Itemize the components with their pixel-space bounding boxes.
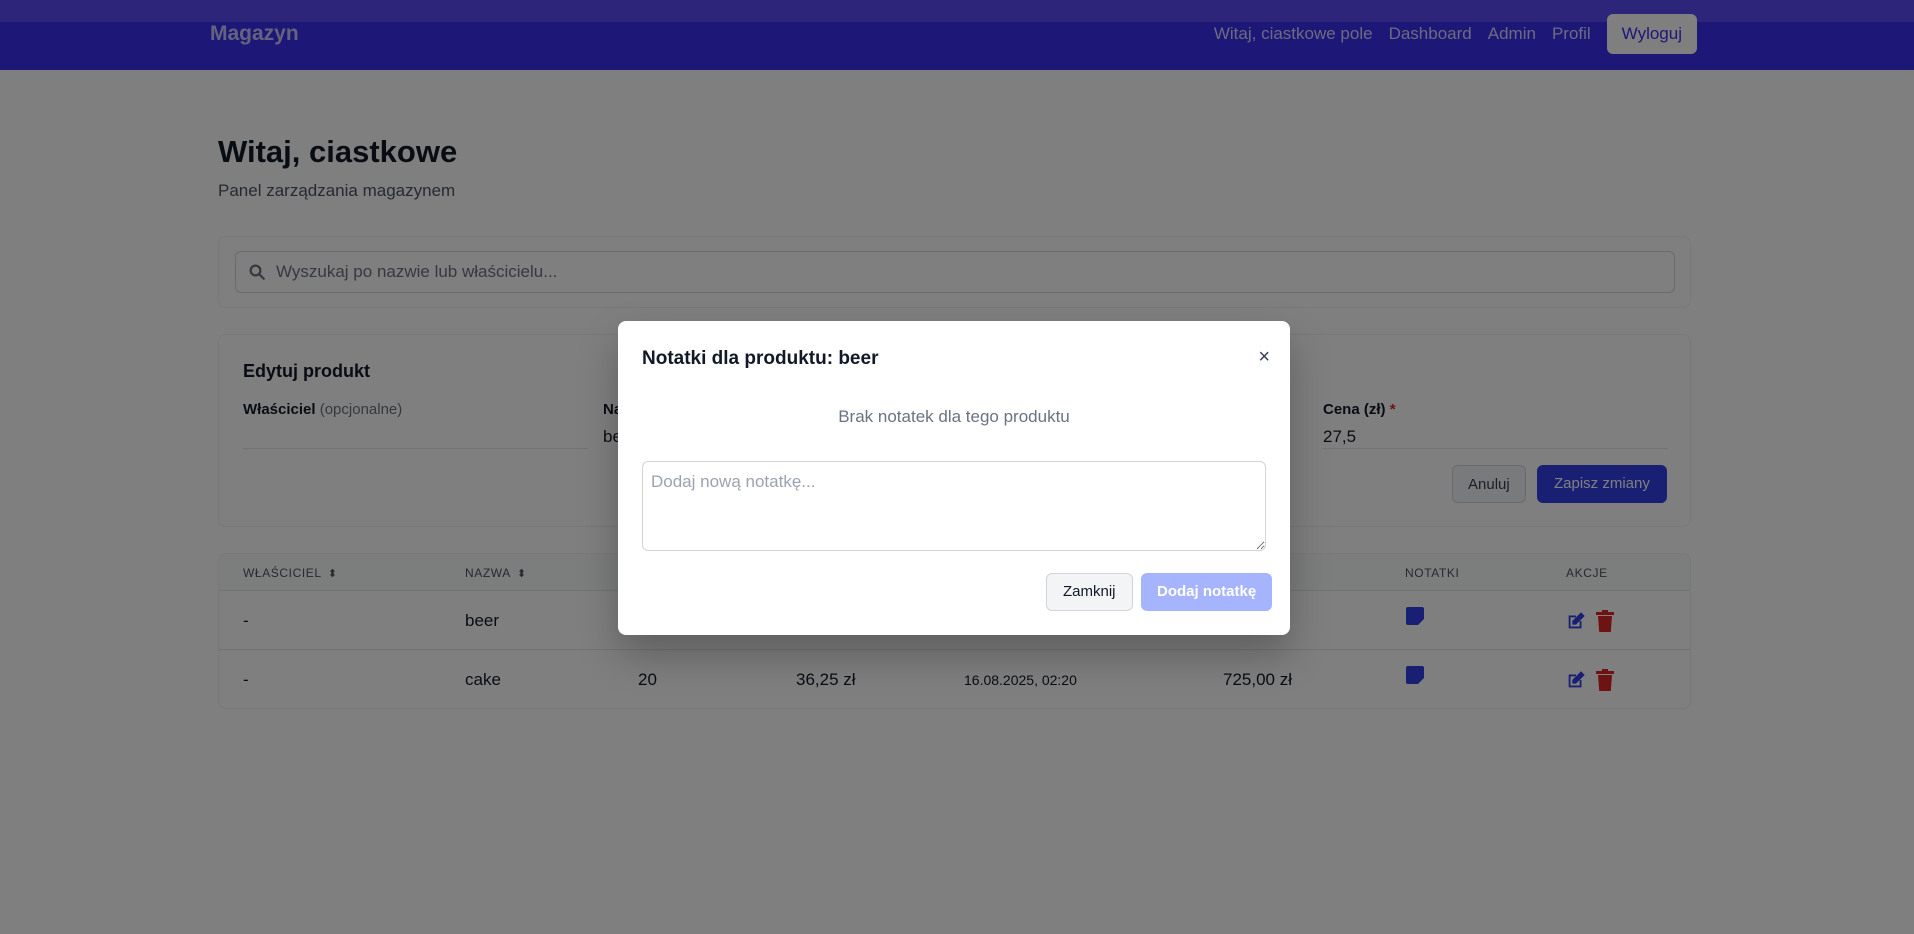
close-icon[interactable]: × [1258,347,1270,367]
notes-modal: Notatki dla produktu: beer × Brak notate… [618,321,1290,635]
empty-notes-message: Brak notatek dla tego produktu [838,407,1070,426]
add-note-button[interactable]: Dodaj notatkę [1141,573,1273,611]
new-note-textarea[interactable] [642,461,1266,551]
close-button[interactable]: Zamknij [1046,573,1133,611]
modal-title: Notatki dla produktu: beer [642,348,879,369]
